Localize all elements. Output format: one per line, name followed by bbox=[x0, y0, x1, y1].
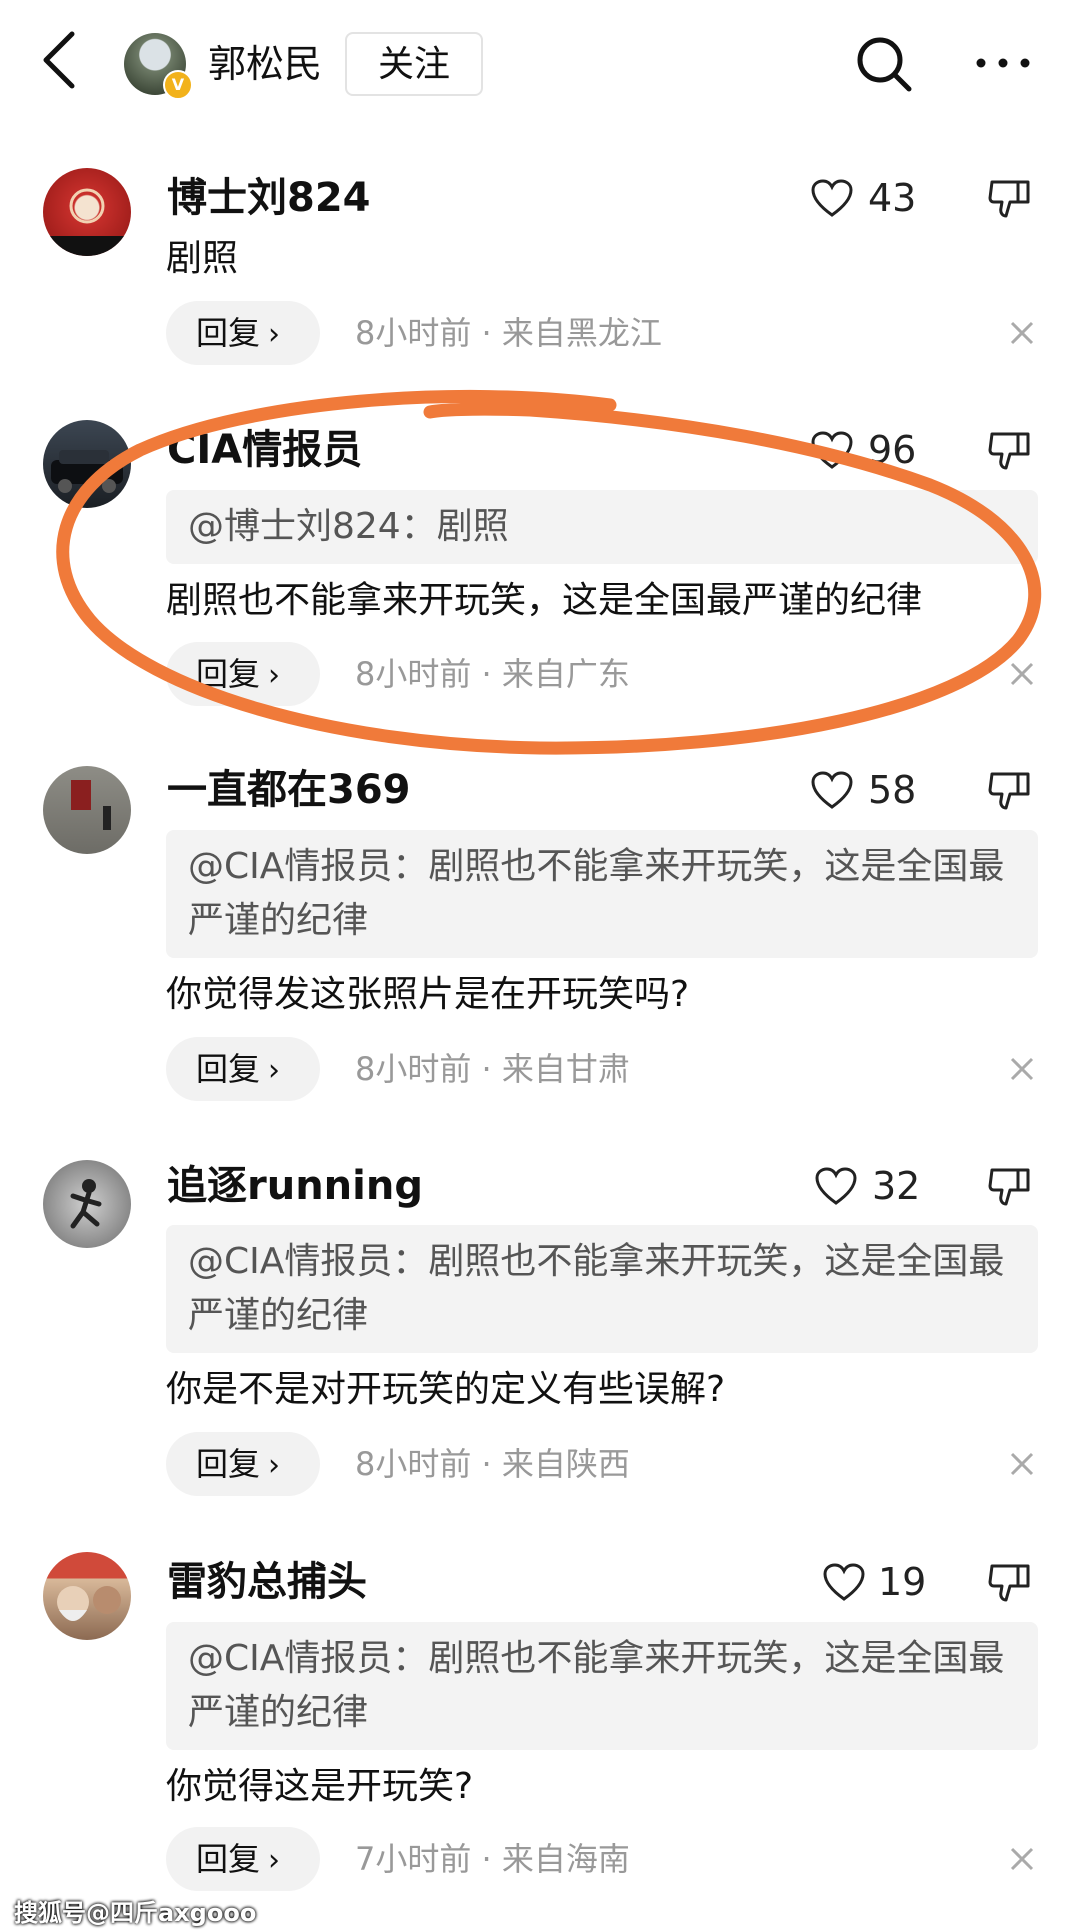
dislike-icon[interactable] bbox=[988, 428, 1032, 472]
quoted-comment: @CIA情报员：剧照也不能拿来开玩笑，这是全国最严谨的纪律 bbox=[166, 1225, 1038, 1353]
reply-label: 回复 bbox=[196, 1050, 261, 1088]
reply-label: 回复 bbox=[196, 314, 261, 352]
chevron-right-icon: › bbox=[268, 317, 281, 352]
reply-button[interactable]: 回复 › bbox=[166, 1432, 320, 1496]
comment-meta: 8小时前 · 来自陕西 bbox=[355, 1445, 630, 1483]
reply-button[interactable]: 回复 › bbox=[166, 1037, 320, 1101]
heart-icon[interactable] bbox=[822, 1562, 866, 1602]
dislike-icon[interactable] bbox=[988, 768, 1032, 812]
user-avatar[interactable] bbox=[43, 766, 131, 854]
close-icon[interactable] bbox=[1008, 1450, 1036, 1478]
chevron-right-icon: › bbox=[268, 1843, 281, 1878]
heart-icon[interactable] bbox=[814, 1166, 858, 1206]
like-count: 43 bbox=[868, 176, 917, 220]
quoted-comment: @CIA情报员：剧照也不能拿来开玩笑，这是全国最严谨的纪律 bbox=[166, 1622, 1038, 1750]
like-count: 19 bbox=[878, 1560, 927, 1604]
comment-text: 剧照 bbox=[166, 238, 239, 279]
comment-text: 剧照也不能拿来开玩笑，这是全国最严谨的纪律 bbox=[166, 580, 923, 621]
reply-label: 回复 bbox=[196, 655, 261, 693]
like-count: 58 bbox=[868, 768, 917, 812]
quoted-comment: @博士刘824：剧照 bbox=[166, 490, 1038, 564]
like-count: 96 bbox=[868, 428, 917, 472]
reply-button[interactable]: 回复 › bbox=[166, 301, 320, 365]
close-icon[interactable] bbox=[1008, 660, 1036, 688]
search-icon[interactable] bbox=[855, 35, 913, 93]
close-icon[interactable] bbox=[1008, 1845, 1036, 1873]
user-avatar[interactable] bbox=[43, 420, 131, 508]
author-name[interactable]: 郭松民 bbox=[208, 40, 322, 88]
comment-meta: 8小时前 · 来自广东 bbox=[355, 655, 630, 693]
like-count: 32 bbox=[872, 1164, 921, 1208]
follow-button[interactable]: 关注 bbox=[345, 32, 483, 96]
reply-button[interactable]: 回复 › bbox=[166, 1827, 320, 1891]
chevron-right-icon: › bbox=[268, 658, 281, 693]
username[interactable]: CIA情报员 bbox=[167, 424, 362, 476]
dislike-icon[interactable] bbox=[988, 1164, 1032, 1208]
user-avatar[interactable] bbox=[43, 1160, 131, 1248]
comment-meta: 8小时前 · 来自甘肃 bbox=[355, 1050, 630, 1088]
heart-icon[interactable] bbox=[810, 430, 854, 470]
close-icon[interactable] bbox=[1008, 1055, 1036, 1083]
reply-label: 回复 bbox=[196, 1445, 261, 1483]
comment-meta: 7小时前 · 来自海南 bbox=[355, 1840, 630, 1878]
comment-meta: 8小时前 · 来自黑龙江 bbox=[355, 314, 662, 352]
comment-text: 你觉得这是开玩笑? bbox=[166, 1766, 474, 1807]
username[interactable]: 追逐running bbox=[167, 1160, 423, 1212]
username[interactable]: 博士刘824 bbox=[167, 172, 371, 224]
watermark: 搜狐号@四斤axgooo bbox=[14, 1899, 257, 1927]
username[interactable]: 一直都在369 bbox=[167, 764, 411, 816]
dislike-icon[interactable] bbox=[988, 176, 1032, 220]
chevron-right-icon: › bbox=[268, 1053, 281, 1088]
reply-label: 回复 bbox=[196, 1840, 261, 1878]
verified-badge-icon: V bbox=[163, 70, 193, 100]
chevron-right-icon: › bbox=[268, 1448, 281, 1483]
user-avatar[interactable] bbox=[43, 1552, 131, 1640]
heart-icon[interactable] bbox=[810, 178, 854, 218]
heart-icon[interactable] bbox=[810, 770, 854, 810]
user-avatar[interactable] bbox=[43, 168, 131, 256]
quoted-comment: @CIA情报员：剧照也不能拿来开玩笑，这是全国最严谨的纪律 bbox=[166, 830, 1038, 958]
back-icon[interactable] bbox=[40, 30, 80, 90]
username[interactable]: 雷豹总捕头 bbox=[167, 1556, 367, 1608]
close-icon[interactable] bbox=[1008, 319, 1036, 347]
more-icon[interactable] bbox=[975, 48, 1031, 78]
comment-text: 你是不是对开玩笑的定义有些误解? bbox=[166, 1369, 726, 1410]
comment-text: 你觉得发这张照片是在开玩笑吗? bbox=[166, 974, 690, 1015]
dislike-icon[interactable] bbox=[988, 1560, 1032, 1604]
reply-button[interactable]: 回复 › bbox=[166, 642, 320, 706]
